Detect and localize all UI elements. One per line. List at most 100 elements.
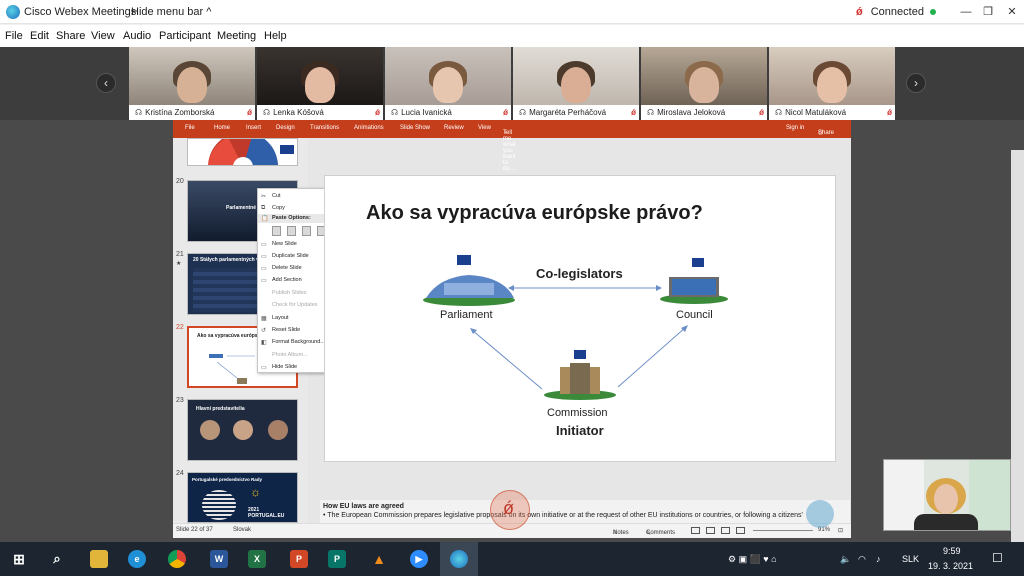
zoom-app-icon[interactable]: ▶	[410, 550, 428, 568]
ribbon-tab-transitions[interactable]: Transitions	[310, 125, 339, 131]
menu-participant[interactable]: Participant	[159, 30, 211, 42]
chevron-up-icon: ^	[206, 6, 212, 18]
hide-menu-bar-button[interactable]: Hide menu bar ^	[131, 6, 211, 18]
slide-number: 21	[176, 251, 184, 258]
webex-taskbar-icon[interactable]	[450, 550, 468, 568]
powerpoint-icon[interactable]: P	[290, 550, 308, 568]
participant-tile[interactable]: ☊ Kristína Zomborská ǿ	[129, 47, 255, 120]
slide-sorter-button[interactable]	[706, 527, 715, 534]
scissors-icon: ✂	[261, 194, 267, 200]
word-icon[interactable]: W	[210, 550, 228, 568]
search-icon[interactable]: ⌕	[48, 550, 66, 568]
ribbon-tab-design[interactable]: Design	[276, 125, 295, 131]
commission-to-council-arrow	[617, 326, 687, 388]
menu-edit[interactable]: Edit	[30, 30, 49, 42]
menu-item-delete-slide[interactable]: Delete Slide	[272, 265, 302, 271]
add-section-icon: ▭	[261, 278, 267, 284]
ribbon-tab-home[interactable]: Home	[214, 125, 230, 131]
muted-mic-icon: ǿ	[856, 6, 863, 18]
ribbon-tab-view[interactable]: View	[478, 125, 491, 131]
participant-tile[interactable]: ☊ Miroslava Jeloková ǿ	[641, 47, 767, 120]
menu-item-new-slide[interactable]: New Slide	[272, 241, 297, 247]
input-language[interactable]: SLK	[902, 554, 919, 564]
zoom-slider[interactable]	[753, 530, 813, 531]
close-button[interactable]: ✕	[1004, 4, 1020, 20]
ribbon-tab-slideshow[interactable]: Slide Show	[400, 125, 430, 131]
reading-view-button[interactable]	[721, 527, 730, 534]
paste-use-destination-icon[interactable]	[287, 226, 296, 236]
file-explorer-icon[interactable]	[90, 550, 108, 568]
slide-count: Slide 22 of 37	[176, 527, 213, 533]
notifications-icon[interactable]: ☐	[992, 551, 1003, 565]
publisher-icon[interactable]: P	[328, 550, 346, 568]
menu-item-publish-slides: Publish Slides	[272, 290, 307, 296]
excel-icon[interactable]: X	[248, 550, 266, 568]
language-status[interactable]: Slovak	[233, 527, 251, 533]
reset-slide-icon: ↺	[261, 328, 267, 334]
duplicate-slide-icon: ▭	[261, 254, 267, 260]
participant-tile[interactable]: ☊ Margaréta Perháčová ǿ	[513, 47, 639, 120]
participant-tile[interactable]: ☊ Lucia Ivanická ǿ	[385, 47, 511, 120]
ribbon-tab-file[interactable]: File	[185, 125, 195, 131]
menu-item-hide-slide[interactable]: Hide Slide	[272, 364, 297, 370]
connection-status[interactable]: ǿ Connected	[856, 6, 936, 18]
maximize-button[interactable]: ❐	[980, 4, 996, 20]
menu-item-check-updates: Check for Updates	[272, 302, 318, 308]
vlc-icon[interactable]: ▲	[370, 550, 388, 568]
hide-slide-icon: ▭	[261, 365, 267, 371]
volume-icon[interactable]: ♪	[876, 554, 881, 564]
clock-time[interactable]: 9:59	[943, 546, 961, 556]
muted-mic-icon: ǿ	[247, 108, 252, 117]
shared-content-scrollbar[interactable]	[1011, 150, 1024, 542]
menu-meeting[interactable]: Meeting	[217, 30, 256, 42]
wifi-icon[interactable]: ◠	[858, 554, 866, 565]
notes-heading: How EU laws are agreed	[323, 503, 404, 510]
ribbon-tab-review[interactable]: Review	[444, 125, 464, 131]
menu-help[interactable]: Help	[264, 30, 287, 42]
muted-mic-icon: ǿ	[375, 108, 380, 117]
menu-item-reset-slide[interactable]: Reset Slide	[272, 327, 300, 333]
self-view-video[interactable]	[883, 459, 1011, 531]
copy-icon: ⧉	[261, 205, 266, 211]
sign-in-link[interactable]: Sign in	[786, 125, 804, 131]
fit-slide-icon[interactable]: ⊡	[838, 527, 843, 534]
headset-icon: ☊	[135, 108, 143, 117]
menu-item-duplicate-slide[interactable]: Duplicate Slide	[272, 253, 309, 259]
menu-item-add-section[interactable]: Add Section	[272, 277, 302, 283]
windows-taskbar: ⊞ ⌕ e W X P P ▲ ▶ ⚙ ▣ ⬛ ♥ ⌂ 🔈 ◠ ♪ SLK 9:…	[0, 542, 1024, 576]
participant-tile[interactable]: ☊ Nicol Matuláková ǿ	[769, 47, 895, 120]
menu-item-copy[interactable]: Copy	[272, 205, 285, 211]
menu-item-layout[interactable]: Layout	[272, 315, 289, 321]
ribbon-tab-animations[interactable]: Animations	[354, 125, 384, 131]
tray-icons[interactable]: ⚙ ▣ ⬛ ♥ ⌂	[728, 554, 777, 565]
paste-keep-source-icon[interactable]	[272, 226, 281, 236]
ribbon-tab-insert[interactable]: Insert	[246, 125, 261, 131]
initiator-label: Initiator	[556, 423, 604, 438]
muted-mic-icon: ǿ	[503, 108, 508, 117]
slideshow-view-button[interactable]	[736, 527, 745, 534]
speaker-icon[interactable]: 🔈	[840, 554, 851, 565]
menu-share[interactable]: Share	[56, 30, 85, 42]
previous-participants-button[interactable]: ‹	[96, 73, 116, 93]
commission-building-icon	[544, 350, 616, 400]
normal-view-button[interactable]	[691, 527, 700, 534]
clock-date[interactable]: 19. 3. 2021	[928, 561, 973, 571]
participant-tile[interactable]: ☊ Lenka Kóšová ǿ	[257, 47, 383, 120]
chrome-icon[interactable]	[168, 550, 186, 568]
menu-item-format-background[interactable]: Format Background...	[272, 339, 325, 345]
paste-picture-icon[interactable]	[302, 226, 311, 236]
menu-item-cut[interactable]: Cut	[272, 193, 281, 199]
slide-thumbnail-19[interactable]	[187, 138, 298, 166]
slide-thumbnail-23[interactable]: Hlavní predstavitelia	[187, 399, 298, 461]
menu-file[interactable]: File	[5, 30, 23, 42]
slide-thumbnail-24[interactable]: Portugalské predsedníctvo Rady ☼ 2021 POR…	[187, 472, 298, 523]
menu-audio[interactable]: Audio	[123, 30, 151, 42]
slide-number: 22	[176, 324, 184, 331]
next-participants-button[interactable]: ›	[906, 73, 926, 93]
edge-icon[interactable]: e	[128, 550, 146, 568]
menu-view[interactable]: View	[91, 30, 115, 42]
minimize-button[interactable]: —	[958, 4, 974, 20]
speaker-notes[interactable]: How EU laws are agreed • The European Co…	[320, 500, 850, 523]
windows-start-icon[interactable]: ⊞	[10, 550, 28, 568]
delete-slide-icon: ▭	[261, 266, 267, 272]
